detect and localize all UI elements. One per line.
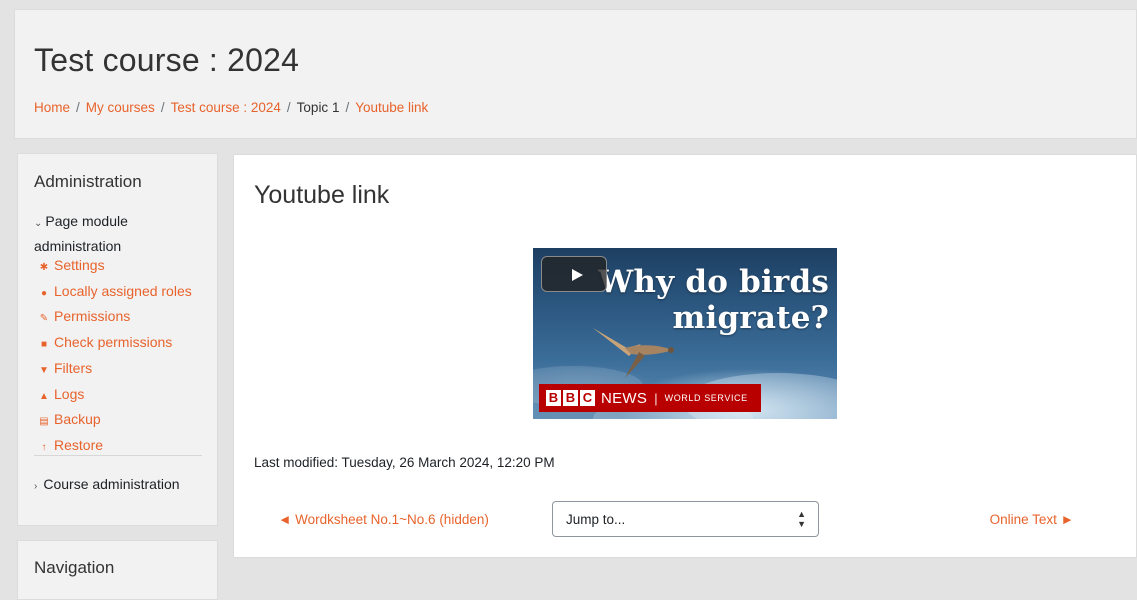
bbc-separator: |: [654, 390, 658, 406]
admin-menu: ✱ Settings ● Locally assigned roles ✎ Permi…: [38, 254, 192, 460]
page-header: Test course : 2024 Home / My courses / Test …: [14, 9, 1137, 139]
admin-item-filters[interactable]: ▼ Filters: [38, 357, 192, 383]
chevron-down-icon: ⌄: [34, 218, 43, 229]
admin-item-label: Permissions: [54, 308, 131, 325]
main-content: Youtube link Why do birds migrate? BBC N…: [233, 154, 1137, 558]
jump-to-value: Jump to...: [566, 512, 626, 527]
bbc-logo-c: C: [580, 390, 595, 406]
lock-icon: ■: [40, 339, 48, 351]
gear-icon: ✱: [39, 262, 49, 273]
admin-item-locally-assigned-roles[interactable]: ● Locally assigned roles: [38, 280, 192, 306]
admin-item-label: Logs: [54, 385, 85, 402]
bbc-news-label: NEWS: [601, 389, 648, 407]
bbc-news-banner: BBC NEWS | WORLD SERVICE: [539, 384, 761, 412]
admin-item-settings[interactable]: ✱ Settings: [38, 254, 192, 280]
breadcrumb-separator: /: [76, 100, 80, 115]
bbc-logo-b1: B: [546, 390, 561, 406]
chart-icon: ▲: [39, 390, 49, 402]
user-icon: ●: [40, 287, 48, 299]
video-headline-line1: Why do birds: [598, 264, 829, 300]
breadcrumb-item-current[interactable]: Youtube link: [355, 100, 428, 115]
page-title: Test course : 2024: [34, 42, 300, 78]
youtube-video-embed[interactable]: Why do birds migrate? BBC NEWS | WORLD S…: [533, 248, 837, 419]
course-admin-toggle[interactable]: › Course administration: [34, 473, 180, 498]
admin-item-label: Backup: [54, 411, 101, 428]
admin-item-label: Check permissions: [54, 334, 173, 351]
admin-item-label: Filters: [54, 359, 93, 376]
navigation-block: Navigation: [17, 540, 218, 600]
upload-icon: ↑: [41, 441, 47, 453]
chevron-right-icon: ›: [34, 481, 38, 492]
previous-activity-link[interactable]: ◄ Wordksheet No.1~No.6 (hidden): [278, 512, 489, 527]
admin-item-label: Locally assigned roles: [54, 282, 192, 299]
admin-item-permissions[interactable]: ✎ Permissions: [38, 305, 192, 331]
bbc-world-service-label: WORLD SERVICE: [664, 393, 748, 403]
admin-item-logs[interactable]: ▲ Logs: [38, 383, 192, 409]
file-icon: ▤: [39, 416, 49, 428]
video-headline: Why do birds migrate?: [598, 264, 829, 336]
select-arrows-icon: ▲ ▼: [797, 509, 806, 529]
breadcrumb-separator: /: [286, 100, 291, 115]
breadcrumb-separator: /: [345, 100, 350, 115]
breadcrumb-item-my-courses[interactable]: My courses: [86, 100, 155, 115]
breadcrumb-item-course[interactable]: Test course : 2024: [171, 100, 281, 115]
page-module-admin-label: Page module administration: [34, 213, 128, 254]
bbc-logo-b2: B: [563, 390, 578, 406]
filter-icon: ▼: [39, 364, 49, 376]
video-headline-line2: migrate?: [672, 300, 829, 336]
page-module-admin-toggle[interactable]: ⌄ Page module administration: [34, 210, 214, 257]
course-admin-label: Course administration: [43, 476, 180, 492]
breadcrumb-item-home[interactable]: Home: [34, 100, 70, 115]
admin-item-label: Restore: [54, 436, 104, 453]
divider: [34, 455, 202, 456]
play-button[interactable]: [541, 256, 607, 292]
breadcrumb: Home / My courses / Test course : 2024 / Topic…: [34, 100, 428, 115]
admin-item-check-permissions[interactable]: ■ Check permissions: [38, 331, 192, 357]
admin-item-label: Settings: [54, 257, 105, 273]
last-modified-text: Last modified: Tuesday, 26 March 2024, 1…: [254, 455, 555, 470]
administration-block: Administration ⌄ Page module administrati…: [17, 153, 218, 526]
breadcrumb-separator: /: [160, 100, 165, 115]
activity-title: Youtube link: [254, 181, 390, 209]
play-icon: [572, 269, 583, 281]
admin-item-backup[interactable]: ▤ Backup: [38, 408, 192, 434]
jump-to-select[interactable]: Jump to... ▲ ▼: [552, 501, 819, 537]
block-title-navigation: Navigation: [34, 558, 115, 577]
pencil-square-icon: ✎: [39, 313, 49, 325]
block-title-administration: Administration: [34, 172, 142, 191]
next-activity-link[interactable]: Online Text ►: [990, 512, 1074, 527]
breadcrumb-item-topic: Topic 1: [296, 100, 340, 115]
